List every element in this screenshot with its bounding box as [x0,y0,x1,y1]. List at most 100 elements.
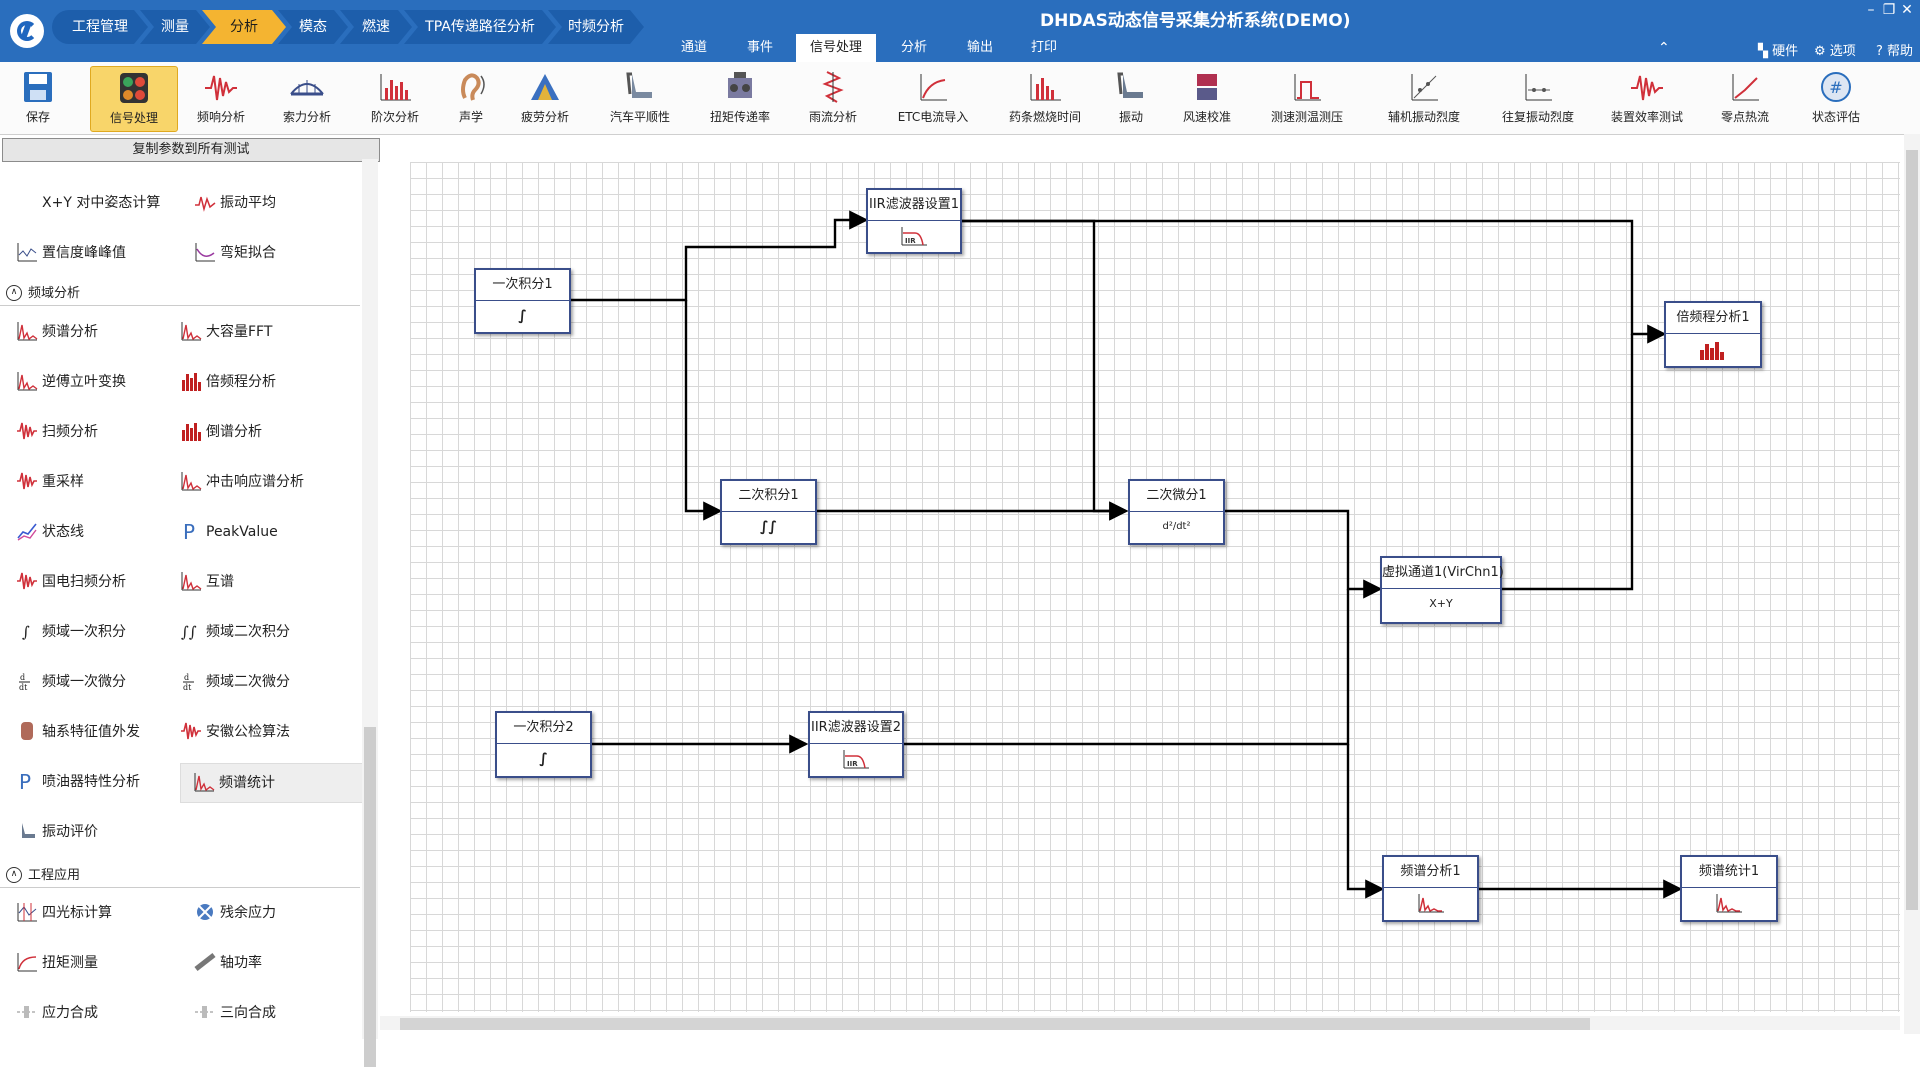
palette-item[interactable]: 频谱统计 [180,763,366,803]
palette-item[interactable]: d dt 频域一次微分 [16,663,126,701]
node-double-derivative-1[interactable]: 二次微分1 d²/dt² [1128,479,1225,545]
palette-item[interactable]: 倍频程分析 [180,363,276,401]
palette-item[interactable]: P PeakValue [180,513,278,551]
freq-response-button[interactable]: 频响分析 [186,66,256,130]
palette-item[interactable]: 状态线 [16,513,84,551]
palette-item[interactable]: 扫频分析 [16,413,98,451]
vibration-button[interactable]: 振动 [1106,66,1156,130]
palette-item-label: 安徽公检算法 [206,724,290,740]
reciprocating-vibration-button[interactable]: 往复振动烈度 [1488,66,1588,130]
node-octave-analysis-1[interactable]: 倍频程分析1 [1664,301,1762,368]
torque-transfer-button[interactable]: 扭矩传递率 [700,66,780,130]
order-analysis-button[interactable]: 阶次分析 [360,66,430,130]
breadcrumb-measure[interactable]: 测量 [140,10,210,44]
palette-item-label: 频域二次积分 [206,624,290,640]
tab-print[interactable]: 打印 [1020,34,1068,62]
breadcrumb-modal[interactable]: 模态 [278,10,348,44]
node-spectrum-stats-1[interactable]: 频谱统计1 [1680,855,1778,922]
palette-item[interactable]: 安徽公检算法 [180,713,290,751]
palette-item[interactable]: 振动平均 [194,184,276,222]
node-virtual-channel-1[interactable]: 虚拟通道1(VirChn1) X+Y [1380,556,1504,624]
node-spectrum-analysis-1[interactable]: 频谱分析1 [1382,855,1479,922]
palette-scroll-thumb[interactable] [364,727,376,1067]
iir-icon: IIR [810,744,902,774]
save-button[interactable]: 保存 [4,66,72,130]
minimize-icon[interactable]: – [1862,2,1880,18]
palette-item[interactable]: ∫ 频域一次积分 [16,613,126,651]
copy-params-button[interactable]: 复制参数到所有测试 [2,138,380,162]
acoustics-button[interactable]: 声学 [446,66,496,130]
tab-signal-processing[interactable]: 信号处理 [796,34,876,62]
breadcrumb-burn-rate[interactable]: 燃速 [340,10,412,44]
palette-item[interactable]: 轴系特征值外发 [16,713,140,751]
rainflow-button[interactable]: 雨流分析 [800,66,866,130]
help-icon: ? [1876,44,1883,59]
node-integral-2[interactable]: 一次积分2 ∫ [495,711,592,778]
wind-calibration-button[interactable]: 风速校准 [1172,66,1242,130]
flow-canvas[interactable] [410,162,1900,1012]
close-icon[interactable]: ✕ [1898,2,1916,18]
section-freq-domain[interactable]: ∧ 频域分析 [0,282,360,306]
burn-time-button[interactable]: 药条燃烧时间 [1000,66,1090,130]
aux-vibration-button[interactable]: 辅机振动烈度 [1374,66,1474,130]
palette-item[interactable]: 置信度峰峰值 [16,234,126,272]
collapse-ribbon-icon[interactable]: ⌃ [1658,40,1670,56]
section-engineering[interactable]: ∧ 工程应用 [0,864,360,888]
palette-item[interactable]: X+Y 对中姿态计算 [16,184,160,222]
palette-item[interactable]: 互谱 [180,563,234,601]
vehicle-ride-button[interactable]: 汽车平顺性 [600,66,680,130]
palette-item[interactable]: 三向合成 [194,994,276,1032]
signal-processing-button[interactable]: 信号处理 [90,66,178,132]
breadcrumb-analysis[interactable]: 分析 [202,10,286,44]
palette-item[interactable]: 冲击响应谱分析 [180,463,304,501]
curve-chart-icon [913,68,953,106]
spectrum-icon [1384,888,1477,918]
restore-icon[interactable]: ❐ [1880,2,1898,18]
palette-item[interactable]: 倒谱分析 [180,413,262,451]
node-iir-filter-1[interactable]: IIR滤波器设置1 IIR [866,188,962,254]
canvas-v-scroll-thumb[interactable] [1906,150,1918,910]
palette-item[interactable]: ∫∫ 频域二次积分 [180,613,290,651]
palette-item[interactable]: 弯矩拟合 [194,234,276,272]
fatigue-analysis-button[interactable]: 疲劳分析 [510,66,580,130]
breadcrumb-tpa[interactable]: TPA传递路径分析 [404,10,556,44]
cable-force-button[interactable]: 索力分析 [272,66,342,130]
palette-item[interactable]: 扭矩测量 [16,944,98,982]
palette-item[interactable]: 应力合成 [16,994,98,1032]
tab-analysis[interactable]: 分析 [890,34,938,62]
status-evaluation-button[interactable]: # 状态评估 [1798,66,1874,130]
palette-item[interactable]: 国电扫频分析 [16,563,126,601]
canvas-h-scroll-thumb[interactable] [400,1018,1590,1030]
help-button[interactable]: ? 帮助 [1876,40,1913,59]
palette-item-label: 扫频分析 [42,424,98,440]
palette-item[interactable]: 大容量FFT [180,313,272,351]
node-integral-1[interactable]: 一次积分1 ∫ [474,268,571,334]
palette-item[interactable]: 逆傅立叶变换 [16,363,126,401]
palette-item[interactable]: 残余应力 [194,894,276,932]
zero-heat-flow-button[interactable]: 零点热流 [1710,66,1780,130]
node-double-integral-1[interactable]: 二次积分1 ∫∫ [720,479,817,545]
palette-item[interactable]: 振动评价 [16,813,98,851]
palette-item[interactable]: d dt 频域二次微分 [180,663,290,701]
speed-temp-pressure-button[interactable]: 测速测温测压 [1262,66,1352,130]
tab-output[interactable]: 输出 [956,34,1004,62]
palette-item[interactable]: 重采样 [16,463,84,501]
residual-stress-icon [194,900,216,922]
breadcrumb-project[interactable]: 工程管理 [52,10,148,44]
bar-chart-icon [375,68,415,106]
tab-channel[interactable]: 通道 [670,34,718,62]
options-button[interactable]: ⚙ 选项 [1814,40,1856,59]
node-iir-filter-2[interactable]: IIR滤波器设置2 IIR [808,711,904,778]
hardware-button[interactable]: ▚ 硬件 [1758,40,1798,59]
device-efficiency-button[interactable]: 装置效率测试 [1602,66,1692,130]
palette-item[interactable]: 频谱分析 [16,313,98,351]
palette-item[interactable]: 轴功率 [194,944,262,982]
etc-current-import-button[interactable]: ETC电流导入 [890,66,976,130]
palette-item[interactable]: 四光标计算 [16,894,112,932]
tab-event[interactable]: 事件 [736,34,784,62]
breadcrumb-time-freq[interactable]: 时频分析 [548,10,644,44]
palette-item-label: 残余应力 [220,905,276,921]
svg-text:#: # [1829,78,1842,97]
palette-item[interactable]: P 喷油器特性分析 [16,763,140,801]
hardware-icon: ▚ [1758,44,1768,59]
